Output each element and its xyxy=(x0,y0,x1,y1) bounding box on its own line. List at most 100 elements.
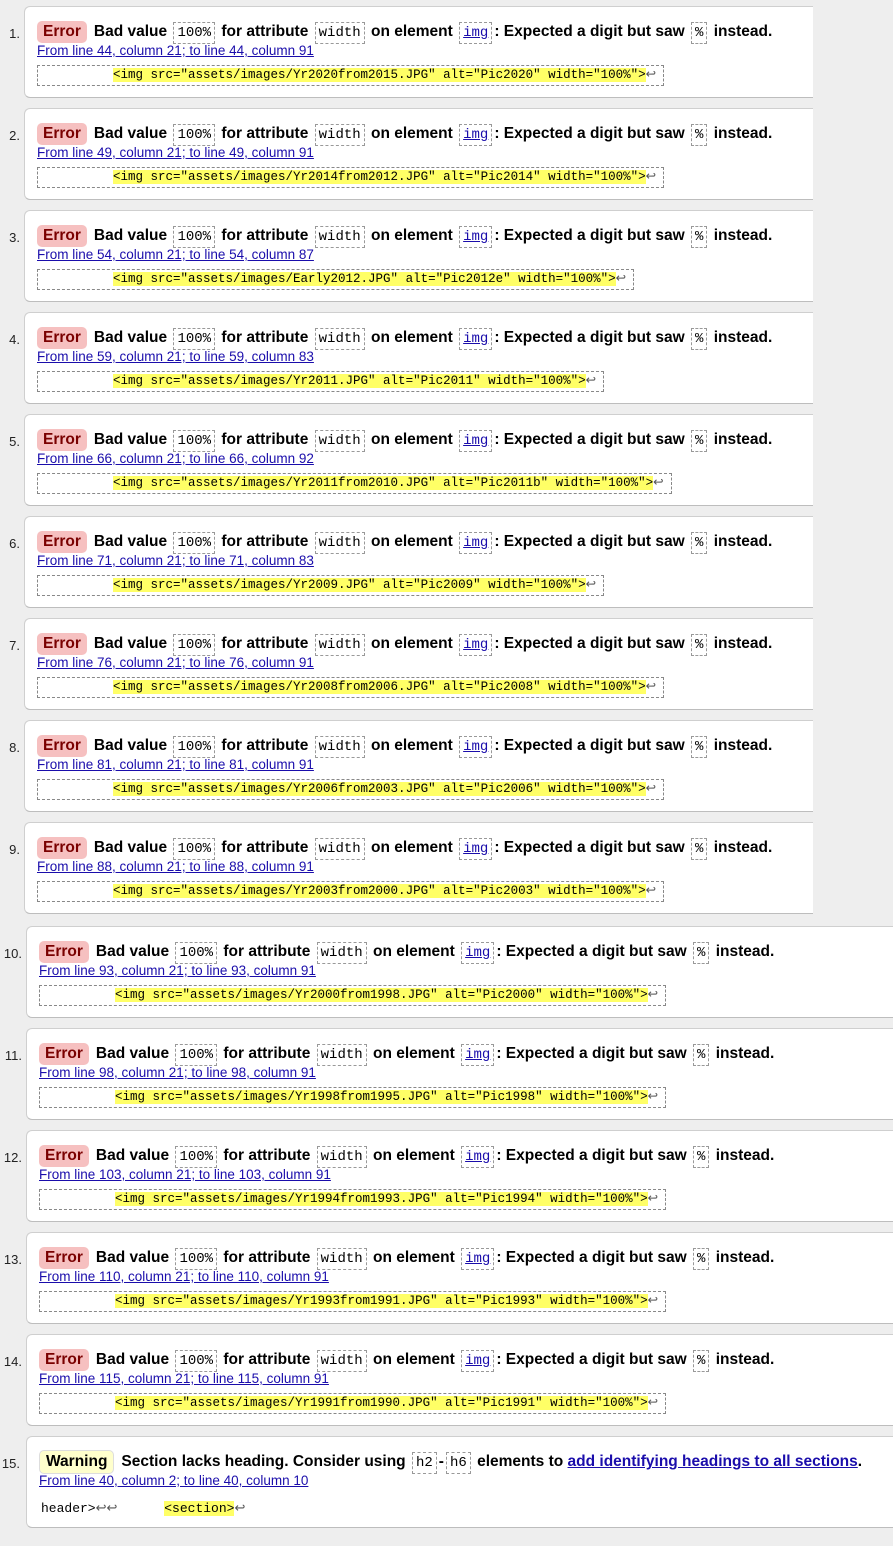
message-part: on element xyxy=(370,737,453,754)
element-name-code: img xyxy=(459,838,493,860)
element-link[interactable]: img xyxy=(463,637,488,653)
message-part: : Expected a digit but saw xyxy=(496,1249,687,1266)
location-link[interactable]: From line 98, column 21; to line 98, col… xyxy=(39,1065,316,1080)
message-part: instead. xyxy=(713,227,773,244)
element-name-code: img xyxy=(461,1248,495,1270)
message-part: Bad value xyxy=(93,329,168,346)
location-link[interactable]: From line 110, column 21; to line 110, c… xyxy=(39,1269,329,1284)
location-link[interactable]: From line 103, column 21; to line 103, c… xyxy=(39,1167,331,1182)
element-name-code: img xyxy=(459,328,493,350)
location-link[interactable]: From line 44, column 21; to line 44, col… xyxy=(37,43,314,58)
message-part: Bad value xyxy=(93,635,168,652)
location-link[interactable]: From line 88, column 21; to line 88, col… xyxy=(37,859,314,874)
message-part: on element xyxy=(370,227,453,244)
message-part: for attribute xyxy=(221,227,309,244)
location-link[interactable]: From line 40, column 2; to line 40, colu… xyxy=(39,1473,308,1488)
element-link[interactable]: img xyxy=(463,739,488,755)
element-link[interactable]: img xyxy=(463,433,488,449)
attribute-value-code: 100% xyxy=(173,838,216,860)
location-link[interactable]: From line 76, column 21; to line 76, col… xyxy=(37,655,314,670)
message-part: on element xyxy=(370,635,453,652)
attribute-name-code: width xyxy=(314,838,365,860)
element-link[interactable]: img xyxy=(463,535,488,551)
element-name-code: img xyxy=(461,1350,495,1372)
message-number: 13. xyxy=(3,1252,22,1267)
message-part: : Expected a digit but saw xyxy=(494,839,685,856)
attribute-value-code: 100% xyxy=(173,634,216,656)
newline-icon: ↩ xyxy=(647,1090,659,1104)
newline-icon: ↩ xyxy=(653,476,664,490)
message-number: 1. xyxy=(9,26,20,41)
location-link[interactable]: From line 115, column 21; to line 115, c… xyxy=(39,1371,329,1386)
location-link[interactable]: From line 93, column 21; to line 93, col… xyxy=(39,963,316,978)
highlighted-code: <img src="assets/images/Early2012.JPG" a… xyxy=(113,272,616,286)
error-badge: Error xyxy=(39,1043,89,1065)
error-badge: Error xyxy=(37,225,87,247)
message-number: 5. xyxy=(9,434,20,449)
element-link[interactable]: img xyxy=(465,1047,490,1063)
message-card: Warning Section lacks heading. Consider u… xyxy=(26,1436,893,1528)
source-extract: <img src="assets/images/Yr1998from1995.J… xyxy=(39,1087,666,1108)
message-part: for attribute xyxy=(221,737,309,754)
element-link[interactable]: img xyxy=(463,25,488,41)
message-part: on element xyxy=(372,1249,455,1266)
element-name-code: img xyxy=(461,1044,495,1066)
attribute-name-code: width xyxy=(316,1044,367,1066)
message-text: Error Bad value 100% for attribute width … xyxy=(37,631,772,657)
message-number: 2. xyxy=(9,128,20,143)
message-part: instead. xyxy=(715,1045,775,1062)
message-card: Error Bad value 100% for attribute width … xyxy=(26,1130,893,1222)
message-card: Error Bad value 100% for attribute width … xyxy=(26,1028,893,1120)
message-part: : Expected a digit but saw xyxy=(494,125,685,142)
error-badge: Error xyxy=(37,123,87,145)
message-part: instead. xyxy=(713,533,773,550)
message-number: 11. xyxy=(4,1048,22,1063)
element-link[interactable]: img xyxy=(463,229,488,245)
error-badge: Error xyxy=(37,327,87,349)
element-link[interactable]: img xyxy=(465,1353,490,1369)
message-text: Warning Section lacks heading. Consider u… xyxy=(39,1449,862,1475)
error-badge: Error xyxy=(39,1247,89,1269)
location-link[interactable]: From line 66, column 21; to line 66, col… xyxy=(37,451,314,466)
element-name-code: img xyxy=(459,226,493,248)
message-card: Error Bad value 100% for attribute width … xyxy=(24,516,813,608)
message-part: for attribute xyxy=(221,839,309,856)
attribute-name-code: width xyxy=(314,532,365,554)
dash: - xyxy=(438,1453,444,1470)
newline-icon: ↩ xyxy=(615,272,627,286)
location-link[interactable]: From line 54, column 21; to line 54, col… xyxy=(37,247,314,262)
message-part: : Expected a digit but saw xyxy=(494,23,685,40)
location-link[interactable]: From line 81, column 21; to line 81, col… xyxy=(37,757,314,772)
attribute-name-code: width xyxy=(314,736,365,758)
location-link[interactable]: From line 71, column 21; to line 71, col… xyxy=(37,553,314,568)
element-link[interactable]: img xyxy=(463,841,488,857)
highlighted-code: <img src="assets/images/Yr2011.JPG" alt=… xyxy=(113,374,586,388)
message-card: Error Bad value 100% for attribute width … xyxy=(24,312,813,404)
element-name-code: img xyxy=(459,124,493,146)
element-link[interactable]: img xyxy=(465,1149,490,1165)
element-link[interactable]: img xyxy=(463,331,488,347)
source-extract: <img src="assets/images/Yr2000from1998.J… xyxy=(39,985,666,1006)
highlighted-code: <img src="assets/images/Yr2006from2003.J… xyxy=(113,782,646,796)
message-part: Bad value xyxy=(95,1351,170,1368)
message-part: Bad value xyxy=(93,533,168,550)
headings-help-link[interactable]: add identifying headings to all sections xyxy=(568,1453,858,1470)
attribute-value-code: 100% xyxy=(175,942,218,964)
element-link[interactable]: img xyxy=(465,945,490,961)
message-part: Bad value xyxy=(95,943,170,960)
attribute-value-code: 100% xyxy=(173,22,216,44)
location-link[interactable]: From line 59, column 21; to line 59, col… xyxy=(37,349,314,364)
source-extract: <img src="assets/images/Yr2009.JPG" alt=… xyxy=(37,575,604,596)
message-part: Section lacks heading. Consider using xyxy=(121,1453,406,1470)
message-text: Error Bad value 100% for attribute width … xyxy=(37,733,772,759)
element-link[interactable]: img xyxy=(463,127,488,143)
message-part: on element xyxy=(370,125,453,142)
source-extract: <img src="assets/images/Yr1991from1990.J… xyxy=(39,1393,666,1414)
highlighted-code: <img src="assets/images/Yr1993from1991.J… xyxy=(115,1294,648,1308)
location-link[interactable]: From line 49, column 21; to line 49, col… xyxy=(37,145,314,160)
message-part: on element xyxy=(372,943,455,960)
message-part: instead. xyxy=(713,839,773,856)
newline-icon: ↩ xyxy=(647,1192,659,1206)
message-part: for attribute xyxy=(223,1351,311,1368)
element-link[interactable]: img xyxy=(465,1251,490,1267)
